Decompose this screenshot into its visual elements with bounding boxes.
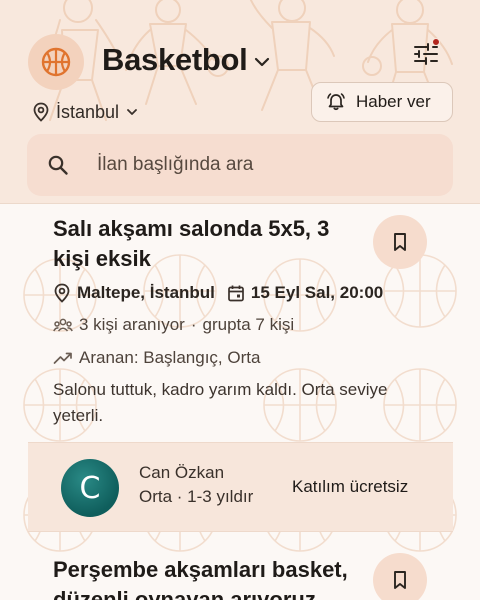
poster-name: Can Özkan: [139, 463, 225, 482]
meta-separator: ·: [190, 315, 197, 334]
poster-level: Orta · 1-3 yıldır: [139, 487, 254, 506]
notify-label: Haber ver: [356, 92, 431, 111]
location-pin-icon: [33, 102, 49, 122]
listing-location: Maltepe, İstanbul: [77, 283, 215, 302]
location-pin-icon: [54, 283, 70, 303]
calendar-icon: [228, 285, 244, 302]
basketball-icon: [41, 47, 71, 77]
notify-button[interactable]: Haber ver: [311, 82, 453, 122]
bookmark-button[interactable]: [373, 215, 427, 269]
trending-up-icon: [53, 352, 72, 364]
app-header: Basketbol İstanbul Haber ver İlan başlığ…: [0, 0, 480, 204]
group-size: grupta 7 kişi: [202, 315, 295, 334]
listing-datetime: 15 Eyl Sal, 20:00: [250, 283, 384, 302]
participation-fee: Katılım ücretsiz: [292, 477, 409, 496]
poster-row[interactable]: C Can Özkan Orta · 1-3 yıldır Katılım üc…: [28, 442, 453, 532]
bookmark-icon: [394, 233, 406, 251]
sport-title[interactable]: Basketbol: [102, 40, 248, 80]
group-icon: [53, 318, 73, 332]
players-needed: 3 kişi aranıyor: [79, 315, 185, 334]
listing-title[interactable]: Perşembe akşamları basket, düzenli oynay…: [53, 555, 363, 600]
listing-level: Aranan: Başlangıç, Orta: [53, 348, 260, 368]
listing-title[interactable]: Salı akşamı salonda 5x5, 3 kişi eksik: [53, 214, 363, 274]
level-wanted: Aranan: Başlangıç, Orta: [79, 348, 261, 367]
location-label: İstanbul: [56, 101, 120, 122]
listing-players: 3 kişi aranıyor · grupta 7 kişi: [53, 315, 294, 335]
chevron-down-icon[interactable]: [252, 52, 272, 72]
listing-location-date: Maltepe, İstanbul 15 Eyl Sal, 20:00: [53, 283, 383, 303]
sport-logo[interactable]: [28, 34, 84, 90]
chevron-down-icon: [127, 109, 137, 115]
location-selector[interactable]: İstanbul: [32, 99, 139, 125]
bookmark-button[interactable]: [373, 553, 427, 600]
bookmark-icon: [394, 571, 406, 589]
search-icon: [48, 155, 68, 175]
search-input[interactable]: İlan başlığında ara: [97, 154, 253, 176]
listing-feed[interactable]: Salı akşamı salonda 5x5, 3 kişi eksik Ma…: [0, 205, 480, 600]
avatar[interactable]: C: [61, 459, 119, 517]
filter-active-badge: [432, 38, 440, 46]
filter-button[interactable]: [406, 34, 446, 74]
bell-alert-icon: [327, 93, 345, 111]
listing-description: Salonu tuttuk, kadro yarım kaldı. Orta s…: [53, 380, 388, 425]
search-bar[interactable]: İlan başlığında ara: [27, 134, 453, 196]
